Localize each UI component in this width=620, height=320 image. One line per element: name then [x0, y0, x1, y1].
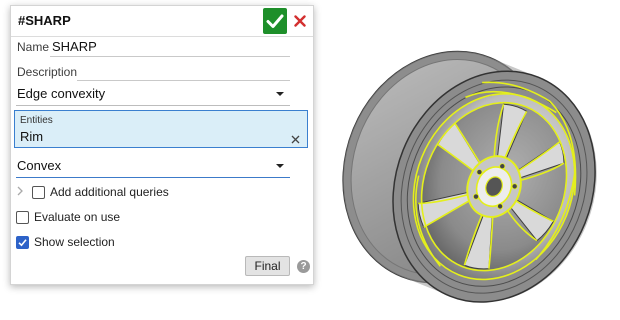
feature-dialog: #SHARP Name SHARP Description Edge conve…	[10, 5, 314, 285]
add-queries-label: Add additional queries	[50, 185, 169, 199]
entities-selection-field[interactable]: Entities Rim	[14, 110, 308, 148]
name-label: Name	[17, 40, 50, 54]
final-button[interactable]: Final	[245, 256, 290, 276]
show-selection-checkbox[interactable]	[16, 236, 29, 249]
evaluate-on-use-label: Evaluate on use	[34, 210, 121, 224]
convexity-dropdown[interactable]: Convex	[16, 155, 290, 178]
graphics-viewport[interactable]	[330, 18, 620, 313]
entities-label: Entities	[20, 115, 53, 126]
query-type-value: Edge convexity	[17, 86, 106, 101]
name-input[interactable]: SHARP	[52, 39, 97, 54]
accept-button[interactable]	[263, 8, 287, 34]
description-label: Description	[17, 65, 78, 79]
convexity-value: Convex	[17, 158, 62, 173]
checkmark-icon	[266, 14, 284, 28]
checkmark-icon	[18, 239, 27, 247]
dialog-title: #SHARP	[18, 13, 71, 28]
cancel-button[interactable]	[291, 10, 309, 32]
query-type-dropdown[interactable]: Edge convexity	[16, 83, 290, 106]
show-selection-label: Show selection	[34, 235, 115, 249]
dialog-header: #SHARP	[11, 6, 313, 37]
close-icon	[291, 135, 300, 144]
remove-entity-button[interactable]	[291, 131, 300, 149]
close-icon	[294, 15, 306, 27]
entity-item: Rim	[20, 129, 44, 144]
description-input[interactable]	[77, 80, 290, 81]
add-queries-checkbox[interactable]	[32, 186, 45, 199]
name-underline	[50, 56, 290, 57]
wheel-rim-model[interactable]	[330, 18, 620, 313]
help-icon[interactable]: ?	[297, 260, 310, 273]
evaluate-on-use-checkbox[interactable]	[16, 211, 29, 224]
caret-down-icon	[276, 92, 284, 96]
caret-down-icon	[276, 164, 284, 168]
chevron-right-icon[interactable]	[17, 186, 23, 196]
